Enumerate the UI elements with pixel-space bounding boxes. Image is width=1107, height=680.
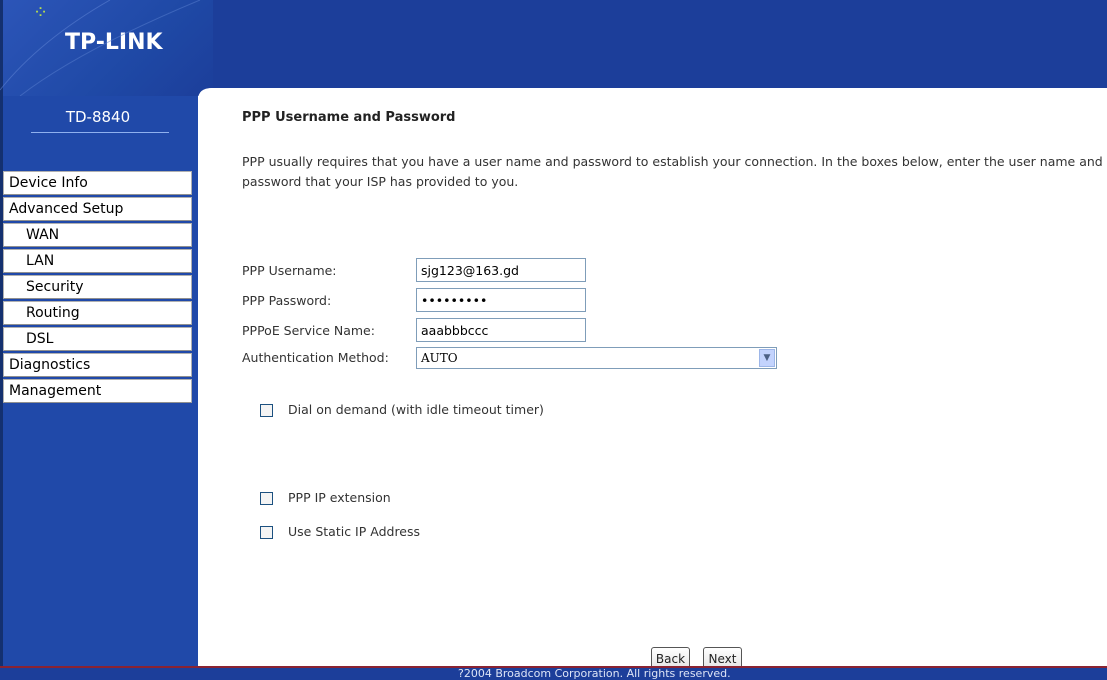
dial-on-demand-label: Dial on demand (with idle timeout timer) — [288, 402, 544, 417]
ppp-ip-extension-checkbox[interactable] — [260, 492, 273, 505]
dial-on-demand-checkbox[interactable] — [260, 404, 273, 417]
sidebar-menu: Device Info Advanced Setup WAN LAN Secur… — [3, 171, 195, 405]
logo-area: ⁘ TP-LINK — [3, 0, 213, 96]
copyright-text: ?2004 Broadcom Corporation. All rights r… — [458, 667, 731, 680]
sidebar-item-device-info[interactable]: Device Info — [3, 171, 192, 195]
sidebar-item-dsl[interactable]: DSL — [3, 327, 192, 351]
auth-method-select[interactable]: AUTO ▼ — [416, 347, 777, 369]
footer: ?2004 Broadcom Corporation. All rights r… — [0, 666, 1107, 680]
sidebar-item-routing[interactable]: Routing — [3, 301, 192, 325]
model-name: TD-8840 — [65, 108, 131, 126]
sidebar-item-management[interactable]: Management — [3, 379, 192, 403]
sidebar-item-advanced-setup[interactable]: Advanced Setup — [3, 197, 192, 221]
ppp-password-label: PPP Password: — [242, 293, 332, 308]
ppp-password-input[interactable] — [416, 288, 586, 312]
sidebar-item-diagnostics[interactable]: Diagnostics — [3, 353, 192, 377]
sidebar-item-lan[interactable]: LAN — [3, 249, 192, 273]
pppoe-service-name-label: PPPoE Service Name: — [242, 323, 375, 338]
ppp-username-input[interactable] — [416, 258, 586, 282]
static-ip-checkbox[interactable] — [260, 526, 273, 539]
chevron-down-icon[interactable]: ▼ — [759, 349, 775, 367]
pppoe-service-name-input[interactable] — [416, 318, 586, 342]
page-title: PPP Username and Password — [242, 110, 456, 125]
sidebar-item-security[interactable]: Security — [3, 275, 192, 299]
model-underline — [31, 132, 169, 133]
ppp-username-label: PPP Username: — [242, 263, 337, 278]
intro-text: PPP usually requires that you have a use… — [242, 154, 1103, 189]
brand-logo: TP-LINK — [65, 30, 163, 55]
auth-method-value: AUTO — [421, 351, 458, 365]
logo-dots-icon: ⁘ — [33, 2, 51, 23]
main-content: PPP Username and Password PPP usually re… — [198, 88, 1107, 671]
sidebar-item-wan[interactable]: WAN — [3, 223, 192, 247]
ppp-ip-extension-label: PPP IP extension — [288, 490, 391, 505]
static-ip-label: Use Static IP Address — [288, 524, 421, 539]
header-banner: ⁘ TP-LINK — [0, 0, 1107, 96]
auth-method-label: Authentication Method: — [242, 350, 389, 365]
